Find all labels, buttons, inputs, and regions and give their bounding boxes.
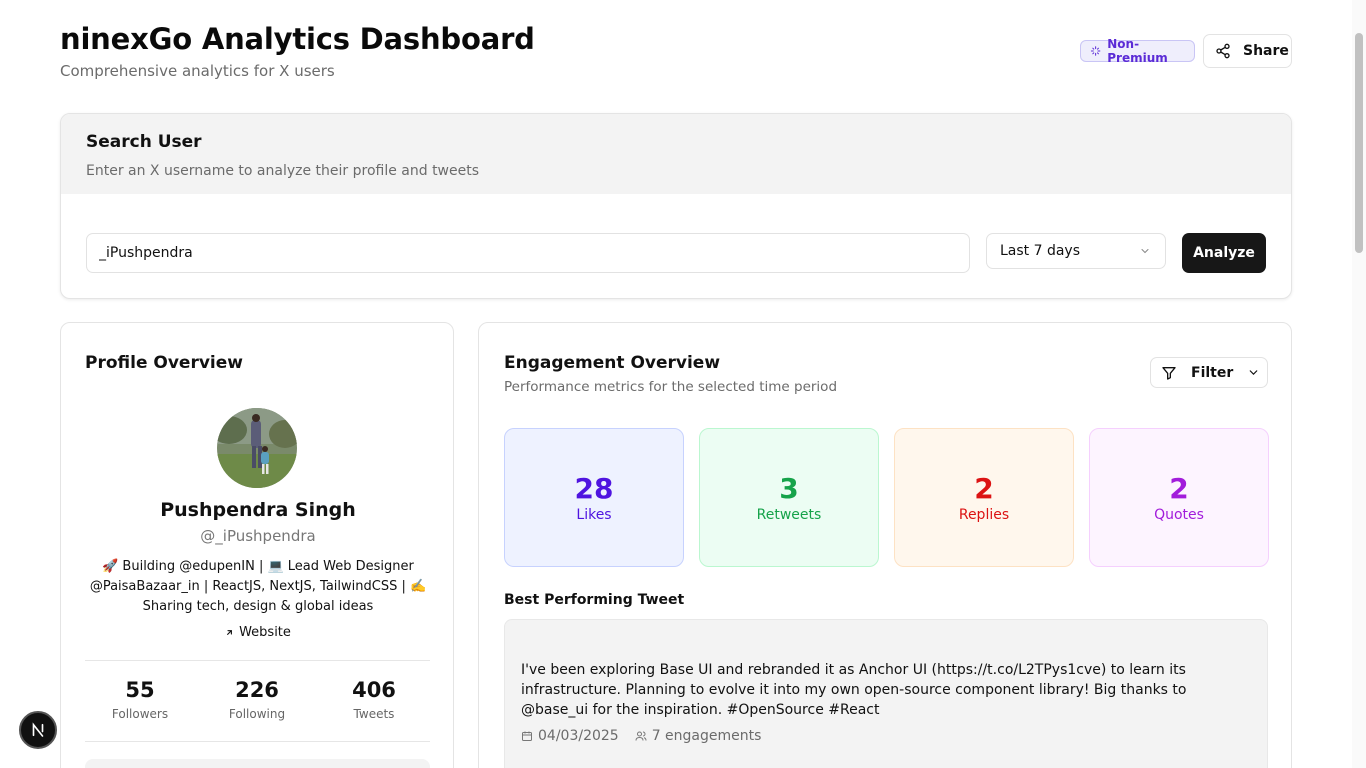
period-select[interactable]: Last 7 days xyxy=(986,233,1166,269)
stat-followers: 55 Followers xyxy=(85,678,195,721)
nextjs-devtools-button[interactable] xyxy=(19,711,57,749)
tweet-date: 04/03/2025 xyxy=(521,728,619,744)
metric-likes: 28 Likes xyxy=(504,428,684,567)
metric-label: Likes xyxy=(576,507,612,523)
page-title: ninexGo Analytics Dashboard xyxy=(60,22,535,56)
tweet-text: I've been exploring Base UI and rebrande… xyxy=(521,662,1187,718)
metric-value: 3 xyxy=(779,472,799,505)
stat-value: 55 xyxy=(125,678,155,702)
tweet-date-value: 04/03/2025 xyxy=(538,728,619,744)
website-link[interactable]: Website xyxy=(61,625,455,640)
metric-value: 2 xyxy=(974,472,994,505)
username-input[interactable] xyxy=(86,233,970,273)
period-select-value: Last 7 days xyxy=(1000,243,1081,259)
stat-label: Followers xyxy=(111,707,169,721)
share-button[interactable]: Share xyxy=(1203,34,1292,68)
page-scrollbar[interactable] xyxy=(1352,0,1366,768)
arrow-up-right-icon xyxy=(227,630,233,635)
users-icon xyxy=(635,731,647,741)
metric-label: Replies xyxy=(958,507,1010,523)
stat-label: Following xyxy=(228,707,286,721)
profile-bio: 🚀 Building @edupenIN | 💻 Lead Web Design… xyxy=(89,559,427,614)
metric-quotes: 2 Quotes xyxy=(1089,428,1269,567)
metric-label: Retweets xyxy=(756,507,822,523)
filter-button[interactable]: Filter xyxy=(1150,357,1268,388)
best-tweet-heading: Best Performing Tweet xyxy=(504,592,685,608)
metric-replies: 2 Replies xyxy=(894,428,1074,567)
search-title: Search User xyxy=(86,132,202,152)
profile-extra-panel xyxy=(85,759,430,768)
profile-overview-title: Profile Overview xyxy=(85,353,243,373)
page-header: ninexGo Analytics Dashboard Comprehensiv… xyxy=(60,22,535,80)
search-user-card: Search User Enter an X username to analy… xyxy=(60,113,1292,299)
profile-name: Pushpendra Singh xyxy=(160,499,356,521)
nextjs-logo-icon xyxy=(32,722,44,737)
stat-value: 406 xyxy=(352,678,396,702)
tweet-engagements: 7 engagements xyxy=(635,728,762,744)
chevron-down-icon xyxy=(1249,370,1258,375)
stat-following: 226 Following xyxy=(202,678,312,721)
analyze-button[interactable]: Analyze xyxy=(1182,233,1266,273)
page-subtitle: Comprehensive analytics for X users xyxy=(60,62,335,80)
calendar-icon xyxy=(522,731,532,741)
sparkles-icon xyxy=(1090,46,1101,56)
divider xyxy=(85,741,430,742)
badge-label: Non-Premium xyxy=(1107,37,1168,65)
chevron-down-icon xyxy=(1141,249,1149,254)
scrollbar-thumb[interactable] xyxy=(1355,33,1363,253)
search-card-header: Search User Enter an X username to analy… xyxy=(61,114,1291,194)
metric-value: 28 xyxy=(574,472,614,505)
share-icon xyxy=(1216,43,1230,59)
avatar xyxy=(217,408,297,488)
website-label: Website xyxy=(239,625,291,640)
tweet-meta: 04/03/2025 7 engagements xyxy=(521,728,761,744)
filter-icon xyxy=(1162,366,1176,380)
premium-status-badge: Non-Premium xyxy=(1080,37,1195,65)
filter-label: Filter xyxy=(1191,364,1234,381)
metric-value: 2 xyxy=(1169,472,1189,505)
profile-handle: @_iPushpendra xyxy=(200,527,316,545)
engagement-title: Engagement Overview xyxy=(504,353,721,373)
profile-overview-card: Profile Overview Pushpendra Singh @_iPus… xyxy=(60,322,454,768)
search-description: Enter an X username to analyze their pro… xyxy=(86,163,480,179)
share-label: Share xyxy=(1243,43,1289,59)
tweet-engagements-value: 7 engagements xyxy=(651,728,762,744)
best-tweet-card: I've been exploring Base UI and rebrande… xyxy=(504,619,1268,768)
engagement-description: Performance metrics for the selected tim… xyxy=(504,379,838,395)
divider xyxy=(85,660,430,661)
metric-label: Quotes xyxy=(1154,507,1204,523)
metric-retweets: 3 Retweets xyxy=(699,428,879,567)
stat-tweets: 406 Tweets xyxy=(319,678,429,721)
engagement-overview-card: Engagement Overview Performance metrics … xyxy=(478,322,1292,768)
stat-value: 226 xyxy=(235,678,279,702)
stat-label: Tweets xyxy=(353,707,395,721)
